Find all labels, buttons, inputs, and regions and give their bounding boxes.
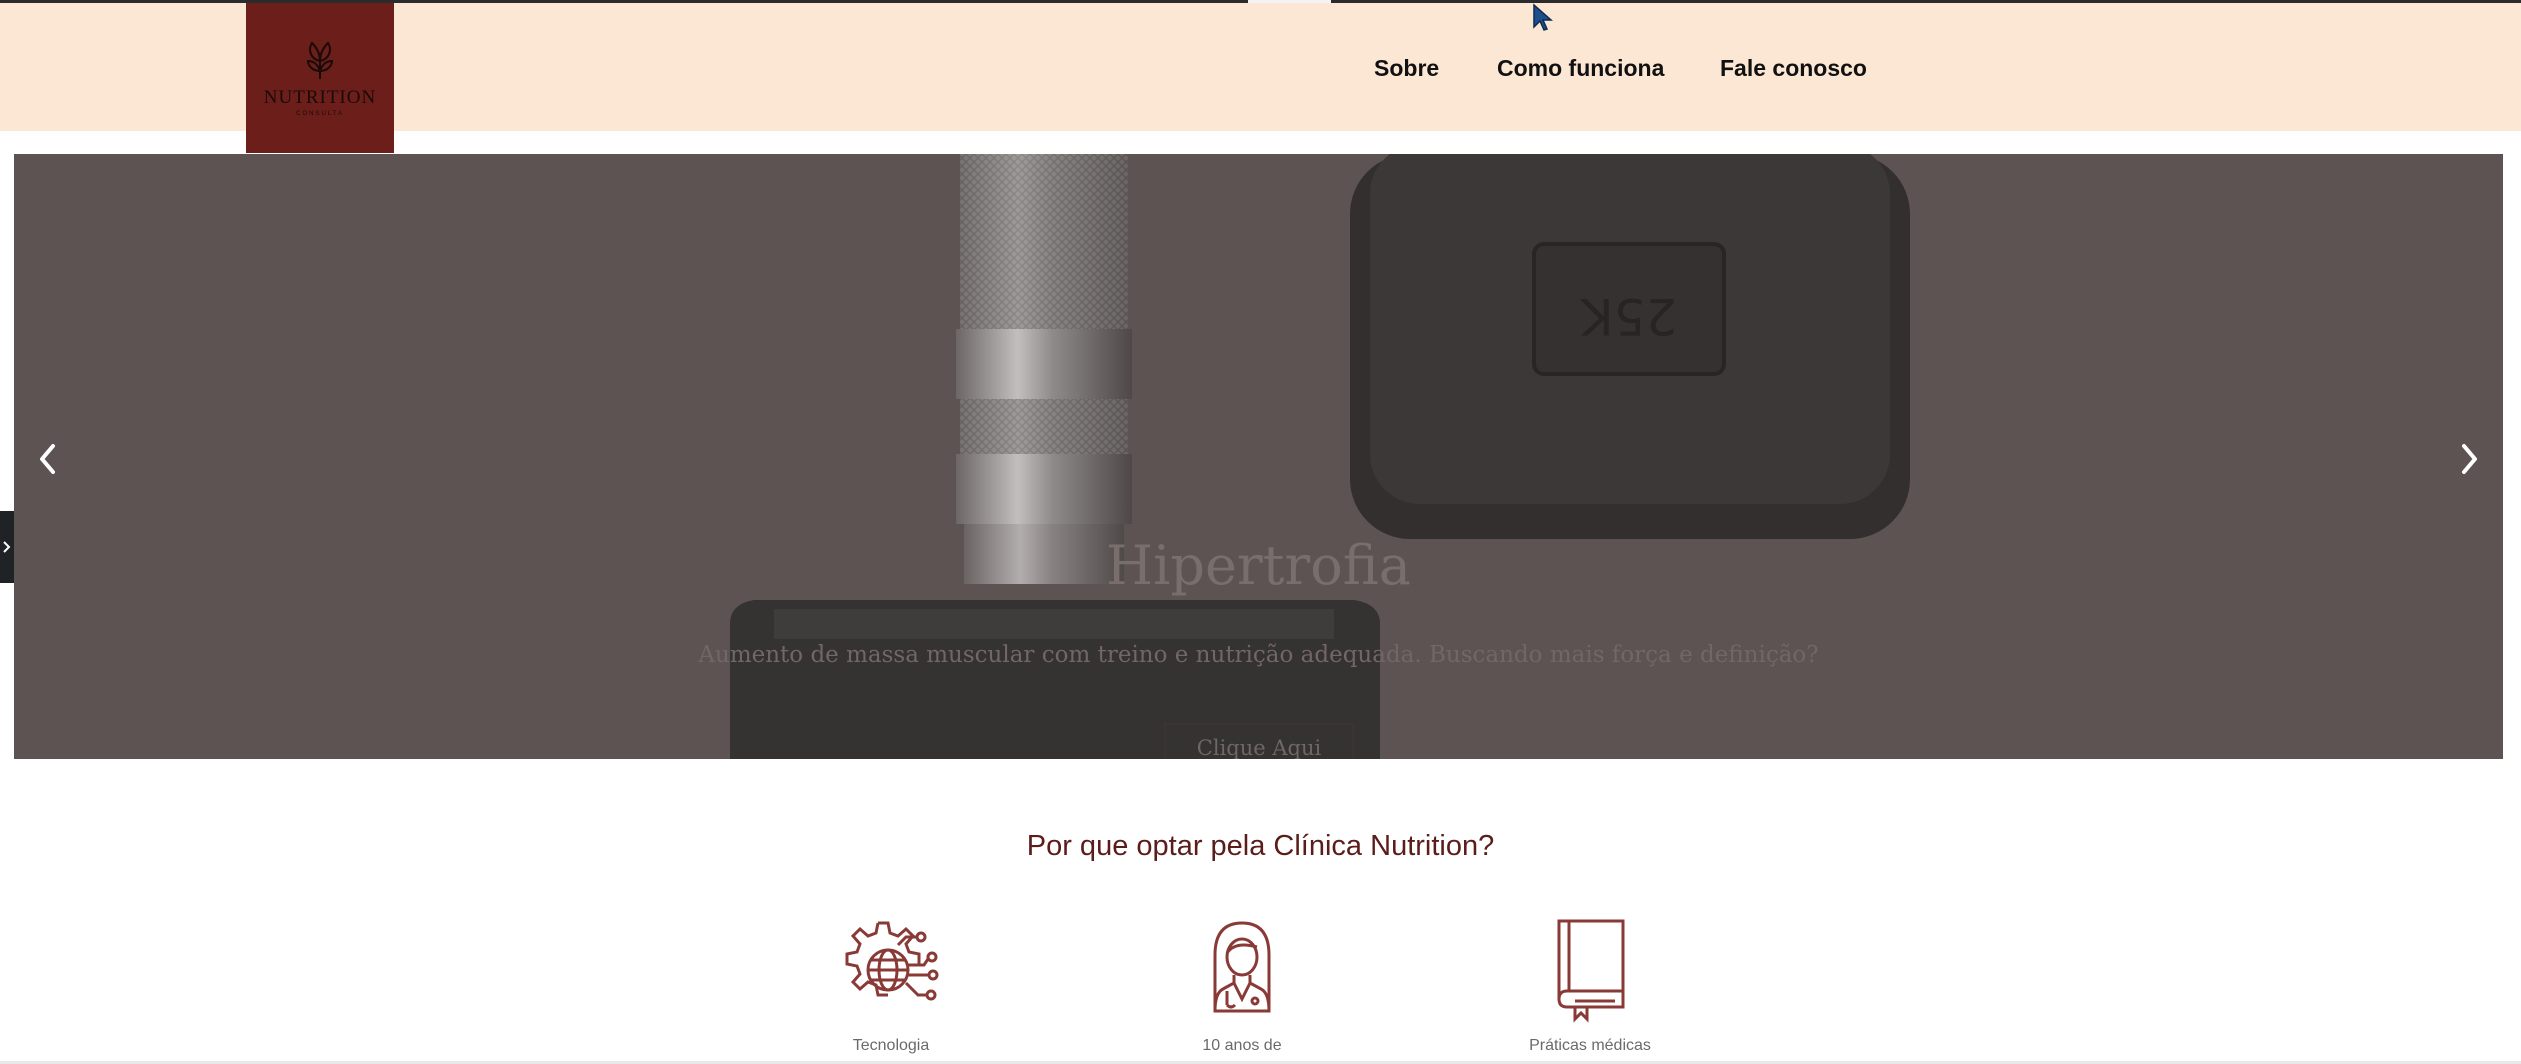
feature-label: 10 anos de xyxy=(1202,1037,1282,1054)
feature-label: Tecnologia xyxy=(852,1037,930,1054)
chevron-right-small-icon xyxy=(3,541,11,553)
nav-item-sobre[interactable]: Sobre xyxy=(1374,55,1439,82)
feature-praticas: Práticas médicas xyxy=(1490,915,1690,1055)
leaf-icon xyxy=(306,41,334,79)
nav-item-como-funciona[interactable]: Como funciona xyxy=(1497,55,1664,82)
chevron-right-icon xyxy=(2462,444,2477,474)
site-logo[interactable]: NUTRITION CONSULTA xyxy=(246,3,394,153)
carousel-prev-button[interactable] xyxy=(18,419,78,499)
slide-cta-button[interactable]: Clique Aqui xyxy=(1164,723,1354,759)
feature-experiencia: 10 anos de xyxy=(1142,915,1342,1055)
nav-item-fale-conosco[interactable]: Fale conosco xyxy=(1720,55,1867,82)
dumbbell-image: 25K xyxy=(14,154,2503,759)
hero-carousel: 25K Hipertrofia Aumento de massa muscula… xyxy=(14,154,2503,759)
gear-globe-icon xyxy=(845,921,939,1001)
mouse-cursor-icon xyxy=(1533,3,1553,31)
feature-label: Práticas médicas xyxy=(1529,1037,1651,1054)
book-icon xyxy=(1557,919,1625,1023)
logo-subtitle: CONSULTA xyxy=(296,111,344,117)
slide-description: Aumento de massa muscular com treino e n… xyxy=(698,642,1819,668)
side-panel-toggle[interactable] xyxy=(0,511,14,583)
slide-title: Hipertrofia xyxy=(1106,534,1411,597)
chevron-left-icon xyxy=(40,444,55,474)
section-title: Por que optar pela Clínica Nutrition? xyxy=(1026,830,1495,862)
carousel-next-button[interactable] xyxy=(2439,419,2499,499)
logo-name: NUTRITION xyxy=(263,87,377,108)
doctor-icon xyxy=(1213,921,1271,1013)
feature-tecnologia: Tecnologia xyxy=(791,915,991,1055)
